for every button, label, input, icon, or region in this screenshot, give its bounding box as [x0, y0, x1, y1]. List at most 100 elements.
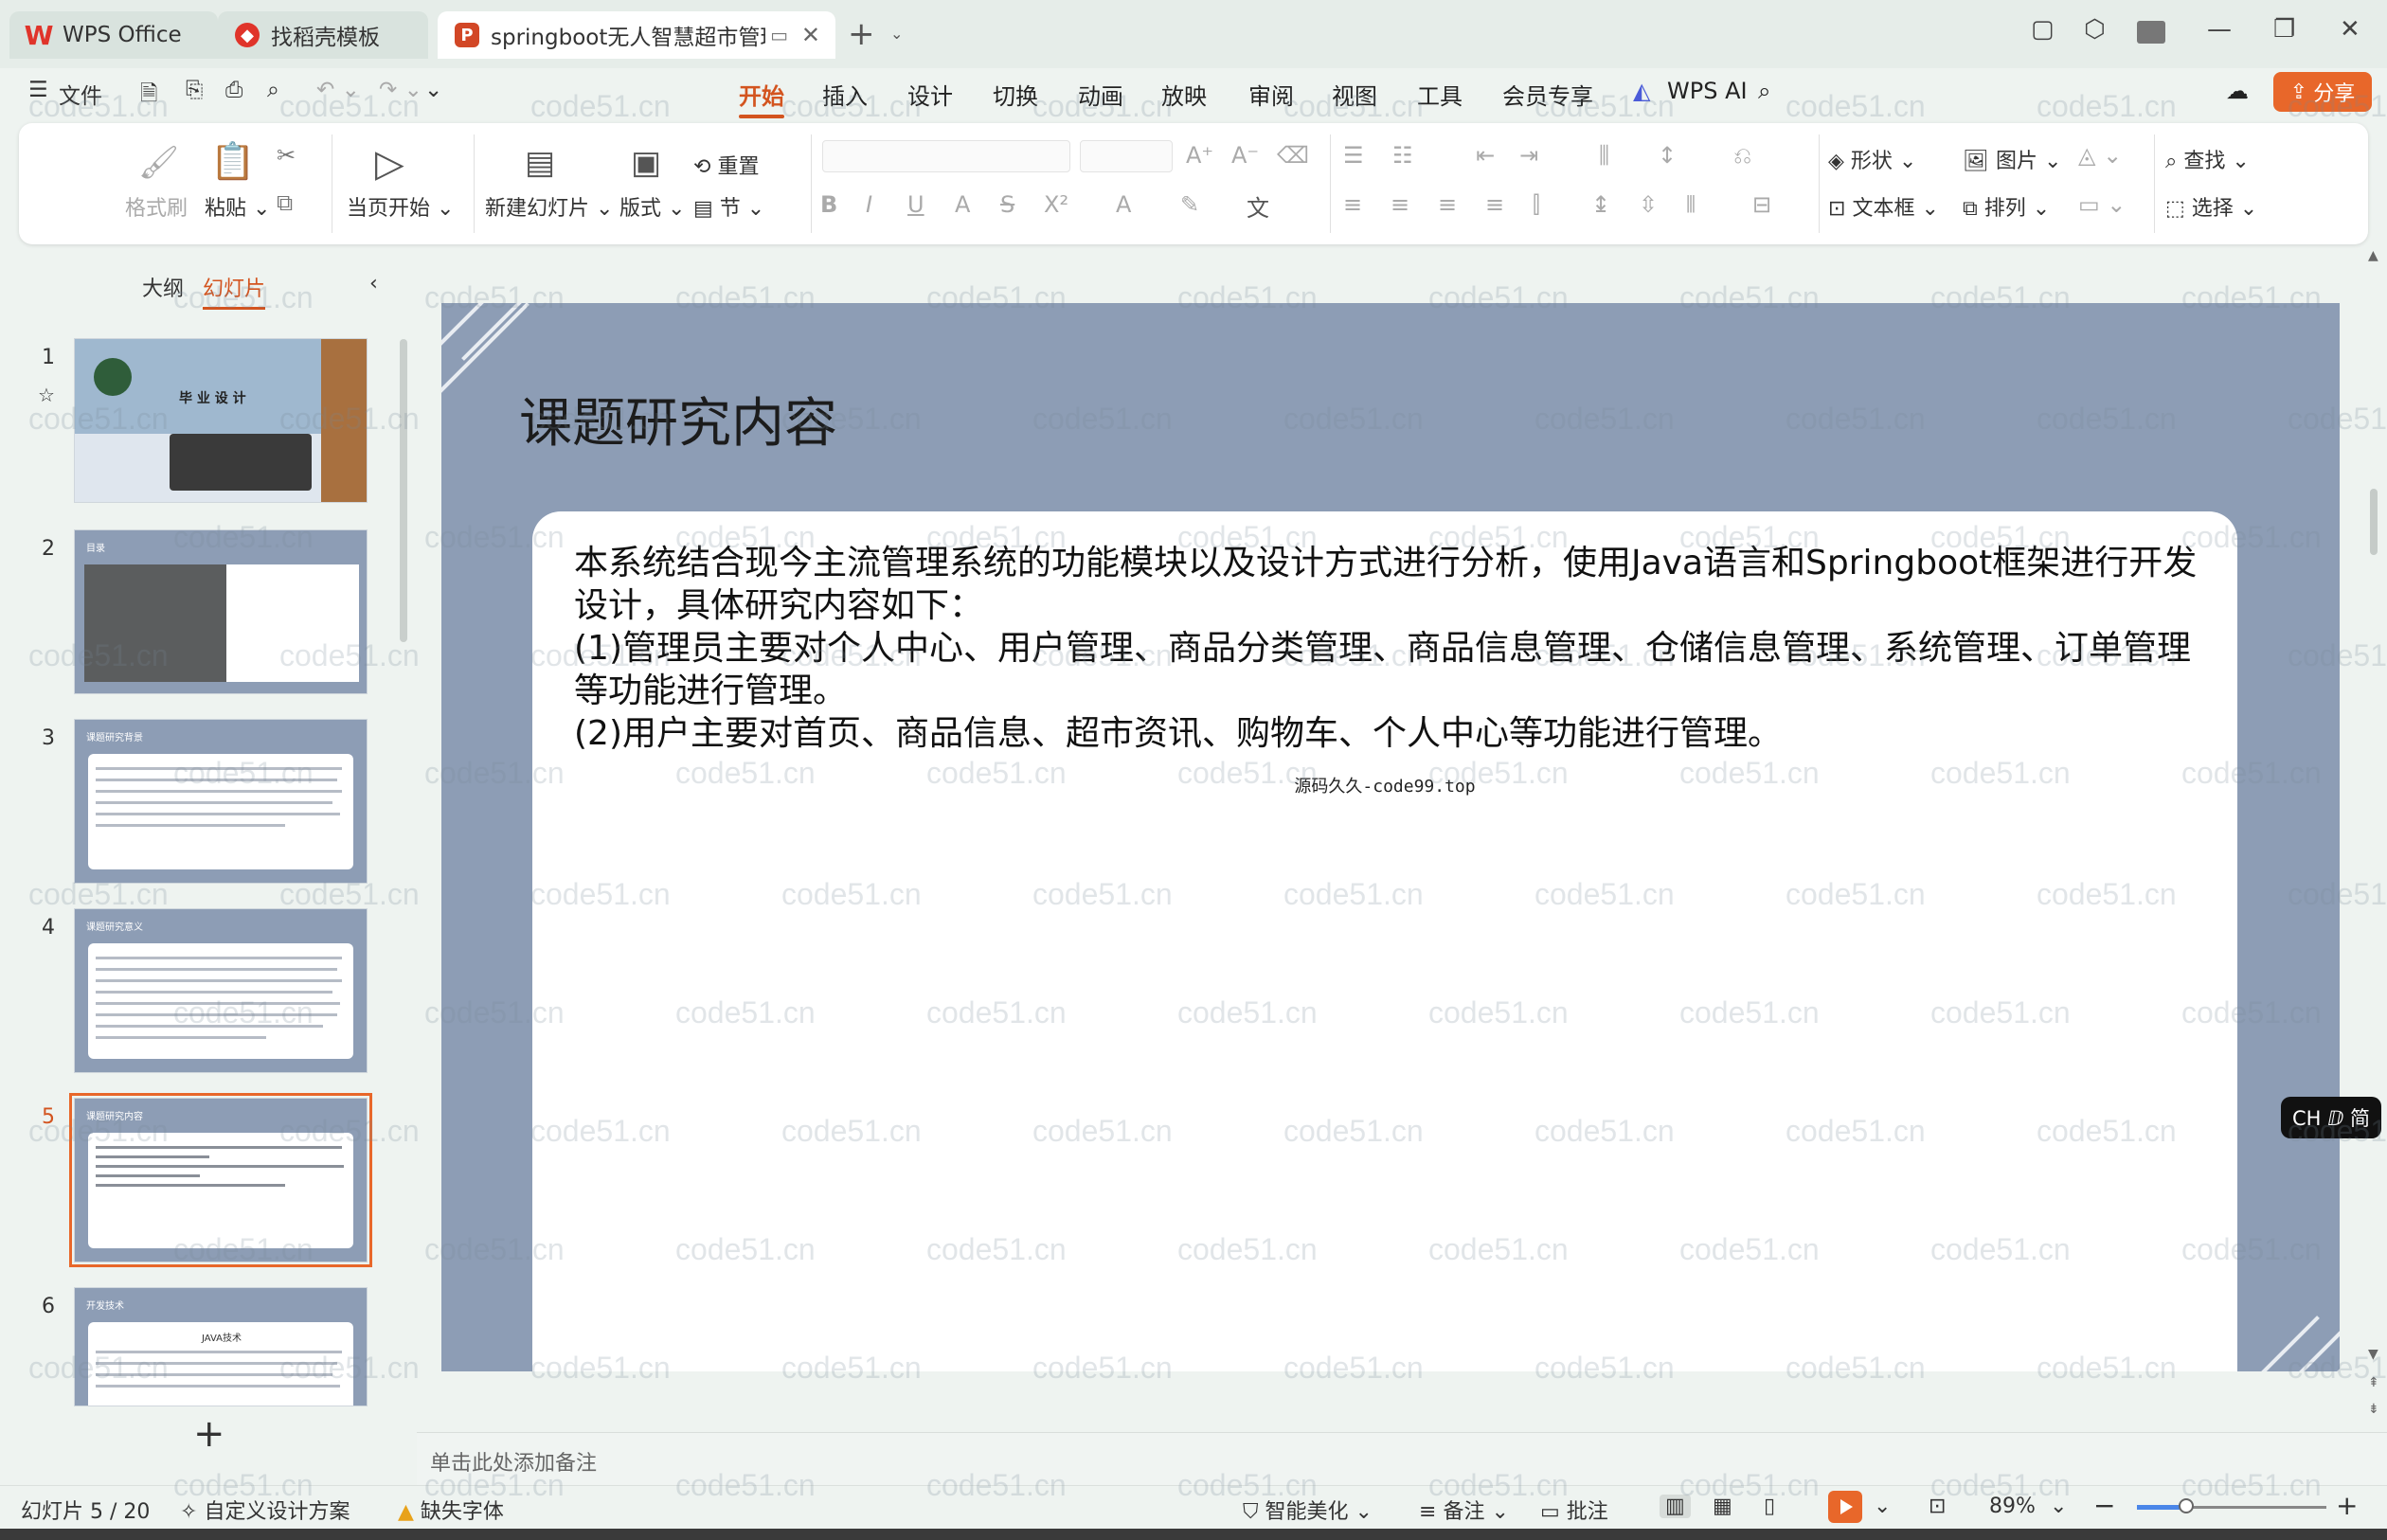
monitor-icon[interactable]: ▭ — [770, 24, 788, 46]
tab-wps-office[interactable]: W WPS Office — [9, 11, 218, 59]
export-icon[interactable]: ⎘ — [186, 78, 203, 102]
textbox-button[interactable]: ⊡ 文本框 ⌄ — [1828, 191, 1939, 222]
new-tab-icon[interactable]: + — [848, 15, 875, 53]
slide-thumbnail-2[interactable]: 目录 — [74, 529, 368, 694]
find-button[interactable]: ⌕ 查找 ⌄ — [2165, 144, 2250, 174]
chevron-down-icon[interactable]: ⌄ — [890, 25, 903, 43]
outdent-icon[interactable]: ⇤ — [1476, 142, 1495, 169]
font-size-select[interactable] — [1080, 140, 1173, 172]
bold-icon[interactable]: B — [820, 191, 837, 218]
zoom-in-icon[interactable]: + — [2336, 1490, 2358, 1521]
hamburger-icon[interactable]: ☰ — [28, 78, 48, 102]
justify-icon[interactable]: ≡ — [1485, 191, 1504, 218]
arrange-button[interactable]: ⧉ 排列 ⌄ — [1963, 191, 2050, 222]
shadow-icon[interactable]: A — [955, 191, 970, 218]
italic-icon[interactable]: I — [866, 191, 872, 218]
decrease-font-icon[interactable]: A⁻ — [1231, 142, 1259, 169]
font-color-icon[interactable]: A — [1116, 191, 1131, 218]
select-button[interactable]: ⬚ 选择 ⌄ — [2165, 191, 2257, 222]
section-button[interactable]: ▤ 节 ⌄ — [693, 191, 764, 222]
font-name-select[interactable] — [822, 140, 1070, 172]
increase-font-icon[interactable]: A⁺ — [1186, 142, 1213, 169]
missing-font-button[interactable]: ▲ 缺失字体 — [398, 1495, 504, 1525]
normal-view-icon[interactable]: ▥ — [1660, 1495, 1691, 1518]
sorter-view-icon[interactable]: ▦ — [1713, 1495, 1732, 1518]
tab-member[interactable]: 会员专享 — [1502, 78, 1593, 111]
align-right-icon[interactable]: ≡ — [1438, 191, 1457, 218]
tab-review[interactable]: 审阅 — [1248, 78, 1294, 111]
cube-icon[interactable]: ⬡ — [2084, 15, 2106, 44]
save-icon[interactable]: 🗎 — [140, 78, 158, 115]
close-window-icon[interactable]: ✕ — [2340, 15, 2360, 44]
phonetic-icon[interactable]: 文 — [1247, 189, 1269, 223]
tab-view[interactable]: 视图 — [1332, 78, 1377, 111]
add-slide-icon[interactable]: + — [193, 1412, 225, 1456]
print-preview-icon[interactable]: ⌕ — [267, 78, 279, 102]
slide-thumbnail-4[interactable]: 课题研究意义 — [74, 908, 368, 1073]
picture-button[interactable]: 🖼 图片 ⌄ — [1963, 144, 2061, 174]
strikethrough-icon[interactable]: S — [1000, 191, 1014, 218]
text-direction-icon[interactable]: ⫼ — [1599, 142, 1609, 169]
editor-scrollbar[interactable]: ▲ ▼ ⇞ ⇟ — [2366, 248, 2383, 1432]
tab-design[interactable]: 设计 — [907, 78, 953, 111]
zoom-level[interactable]: 89% — [1989, 1495, 2036, 1518]
undo-icon[interactable]: ↶ ⌄ — [316, 78, 360, 102]
ime-indicator[interactable]: CH ⅅ 简 — [2281, 1097, 2381, 1138]
scroll-down-icon[interactable]: ▼ — [2368, 1347, 2378, 1362]
fill-icon[interactable]: ◬ ⌄ — [2078, 142, 2122, 169]
wps-ai-button[interactable]: WPS AI — [1667, 78, 1748, 104]
window-mode-icon[interactable]: ▢ — [2031, 15, 2055, 44]
superscript-icon[interactable]: X² — [1044, 191, 1068, 218]
indent-icon[interactable]: ⇥ — [1519, 142, 1538, 169]
tab-tools[interactable]: 工具 — [1417, 78, 1463, 111]
highlight-icon[interactable]: ✎ — [1180, 191, 1199, 218]
copy-icon[interactable]: ⧉ — [277, 189, 293, 216]
shape-button[interactable]: ◈ 形状 ⌄ — [1828, 144, 1916, 174]
tab-docer-templates[interactable]: ◆ 找稻壳模板 — [218, 11, 428, 59]
tab-home[interactable]: 开始 — [739, 78, 784, 118]
slide-title[interactable]: 课题研究内容 — [519, 381, 837, 457]
smart-beautify-button[interactable]: ⛉ 智能美化 ⌄ — [1243, 1495, 1373, 1525]
text-align-icon[interactable]: ⊟ — [1752, 191, 1771, 218]
line-spacing-icon[interactable]: ↨ — [1591, 191, 1610, 218]
minimize-icon[interactable]: — — [2207, 15, 2232, 44]
tab-current-document[interactable]: P springboot无人智慧超市管理 ▭ ✕ — [438, 11, 835, 59]
close-tab-icon[interactable]: ✕ — [801, 22, 820, 48]
bullet-list-icon[interactable]: ☰ — [1343, 142, 1364, 169]
sort-icon[interactable]: ↕ — [1658, 142, 1677, 169]
zoom-dropdown-icon[interactable]: ⌄ — [2050, 1495, 2067, 1518]
layout-button[interactable]: 版式 ⌄ — [619, 191, 685, 222]
notes-toggle-button[interactable]: ≡ 备注 ⌄ — [1419, 1495, 1509, 1525]
avatar[interactable] — [2137, 21, 2165, 44]
redo-icon[interactable]: ↷ ⌄ — [379, 78, 422, 102]
tab-animations[interactable]: 动画 — [1078, 78, 1123, 111]
slide-thumbnail-5[interactable]: 课题研究内容 — [69, 1093, 372, 1267]
search-icon[interactable]: ⌕ — [1758, 78, 1770, 104]
share-button[interactable]: ⇪ 分享 — [2273, 72, 2372, 112]
tab-outline[interactable]: 大纲 — [142, 272, 184, 302]
numbered-list-icon[interactable]: ☷ — [1392, 142, 1413, 169]
collapse-pane-icon[interactable]: ‹ — [369, 272, 378, 295]
slide-thumbnail-6[interactable]: 开发技术 JAVA技术 — [74, 1287, 368, 1406]
align-left-icon[interactable]: ≡ — [1343, 191, 1362, 218]
format-painter-button[interactable]: 格式刷 — [125, 191, 188, 222]
more-icon[interactable]: ⌄ — [424, 78, 442, 102]
play-dropdown-icon[interactable]: ⌄ — [1874, 1495, 1891, 1518]
clear-format-icon[interactable]: ⌫ — [1277, 142, 1309, 169]
comments-button[interactable]: ▭ 批注 — [1540, 1495, 1608, 1525]
next-slide-icon[interactable]: ⇟ — [2368, 1402, 2379, 1417]
slide-thumbnail-1[interactable]: 毕 业 设 计 — [74, 338, 368, 503]
fit-window-icon[interactable]: ⊡ — [1929, 1495, 1946, 1518]
tab-insert[interactable]: 插入 — [822, 78, 868, 111]
columns-icon[interactable]: ⫴ — [1686, 191, 1696, 218]
reset-button[interactable]: ⟲ 重置 — [693, 150, 759, 180]
zoom-slider-handle[interactable] — [2179, 1498, 2194, 1513]
play-slideshow-button[interactable] — [1828, 1491, 1862, 1523]
scroll-thumb[interactable] — [2370, 489, 2378, 555]
outline-icon[interactable]: ▭ ⌄ — [2078, 191, 2126, 218]
pane-scrollbar[interactable] — [400, 339, 407, 642]
paragraph-spacing-icon[interactable]: ⇳ — [1639, 191, 1658, 218]
underline-icon[interactable]: U — [907, 191, 924, 218]
prev-slide-icon[interactable]: ⇞ — [2368, 1375, 2379, 1390]
restore-icon[interactable]: ❐ — [2273, 15, 2295, 44]
